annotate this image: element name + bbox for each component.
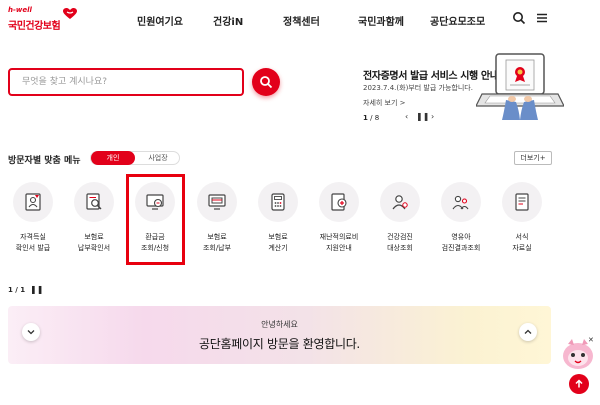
tile-label-line2: 자료실 (512, 244, 532, 252)
search-document-icon (86, 193, 102, 210)
tile-label-line1: 보험료 (268, 233, 288, 241)
tile-icon-bg (441, 182, 481, 222)
tile-label: 서식 자료실 (490, 232, 554, 254)
logo[interactable]: h-well 국민건강보험 (8, 6, 78, 34)
visitor-type-toggle: 개인 사업장 (90, 151, 180, 165)
tile-label-line1: 보험료 (84, 233, 104, 241)
tab-business[interactable]: 사업장 (137, 151, 179, 165)
arrow-up-icon (575, 379, 583, 388)
notice-pager: 1 / 1 (8, 286, 26, 294)
tile-icon-bg (197, 182, 237, 222)
menu-tile-calculator[interactable]: 보험료 계산기 (252, 182, 304, 262)
tile-label: 영유아 검진결과조회 (429, 232, 493, 254)
notice-message: 공단홈페이지 방문을 환영합니다. (199, 337, 360, 351)
banner-pager: 1 / 8 (363, 114, 379, 122)
tile-label: 자격득실 확인서 발급 (1, 232, 65, 254)
scroll-top-button[interactable] (569, 374, 589, 394)
banner-pause-icon[interactable]: ❚❚ (416, 112, 429, 121)
more-button[interactable]: 더보기+ (514, 151, 552, 165)
menu-tile-eligibility[interactable]: 자격득실 확인서 발급 (7, 182, 59, 262)
person-search-icon (392, 195, 408, 210)
banner-prev-icon[interactable]: ‹ (405, 112, 408, 121)
payment-monitor-icon (208, 194, 226, 210)
tile-label-line1: 서식 (515, 233, 529, 241)
nav-item-civil[interactable]: 민원여기요 (137, 13, 183, 28)
search-button-icon (260, 76, 273, 89)
logo-name: 국민건강보험 (8, 21, 61, 32)
medical-cost-icon (331, 193, 347, 211)
logo-tagline: h-well (8, 6, 32, 14)
id-card-icon (25, 193, 41, 211)
menu-tile-health-checkup[interactable]: 건강검진 대상조회 (374, 182, 426, 262)
nav-item-together[interactable]: 국민과함께 (358, 13, 404, 28)
chevron-up-icon (524, 329, 532, 334)
menu-tile-forms[interactable]: 서식 자료실 (496, 182, 548, 262)
logo-heart-icon (63, 8, 77, 19)
tile-label: 재난적의료비 지원안내 (307, 232, 371, 254)
menu-tile-premium-payment[interactable]: 보험료 조회/납부 (191, 182, 243, 262)
tile-icon-bg (319, 182, 359, 222)
laptop-certificate-illustration (476, 53, 564, 120)
notice-greeting: 안녕하세요 (261, 320, 298, 329)
tile-label-line1: 보험료 (207, 233, 227, 241)
banner-page-current: 1 (363, 114, 368, 122)
tile-label-line2: 납부확인서 (77, 244, 111, 252)
menu-icon[interactable] (535, 11, 549, 25)
tab-personal[interactable]: 개인 (91, 151, 135, 165)
page: h-well 국민건강보험 민원여기요 건강iN 정책센터 국민과함께 공단요모… (0, 0, 600, 405)
nav-item-policy[interactable]: 정책센터 (283, 13, 320, 28)
banner-page-total: / 8 (370, 114, 380, 122)
tile-label-line1: 재난적의료비 (319, 233, 359, 241)
tile-label-line1: 자격득실 (20, 233, 46, 241)
tile-label-line2: 조회/납부 (202, 244, 232, 252)
tile-label: 보험료 조회/납부 (185, 232, 249, 254)
tile-icon-bg (13, 182, 53, 222)
family-icon (452, 195, 469, 210)
tile-label-line2: 검진결과조회 (441, 244, 481, 252)
menu-tile-premium-certificate[interactable]: 보험료 납부확인서 (68, 182, 120, 262)
tile-icon-bg (258, 182, 298, 222)
tile-label-line2: 대상조회 (387, 244, 413, 252)
highlight-box (126, 174, 185, 265)
calculator-icon (271, 193, 285, 211)
nav-item-health-in[interactable]: 건강iN (213, 13, 243, 28)
close-icon[interactable]: ✕ (588, 336, 594, 344)
tile-icon-bg (74, 182, 114, 222)
search-icon[interactable] (512, 11, 526, 25)
notice-banner: 안녕하세요 공단홈페이지 방문을 환영합니다. (8, 306, 551, 364)
tile-label-line2: 지원안내 (326, 244, 352, 252)
menu-tile-infant-checkup[interactable]: 영유아 검진결과조회 (435, 182, 487, 262)
tile-label: 보험료 납부확인서 (62, 232, 126, 254)
notice-pause-icon[interactable]: ❚❚ (30, 285, 43, 294)
menu-tile-catastrophic-medical[interactable]: 재난적의료비 지원안내 (313, 182, 365, 262)
notice-expand-button[interactable] (519, 323, 537, 341)
tile-icon-bg (380, 182, 420, 222)
tile-label: 보험료 계산기 (246, 232, 310, 254)
banner-more-link[interactable]: 자세히 보기 > (363, 98, 406, 108)
tile-label: 건강검진 대상조회 (368, 232, 432, 254)
search-input[interactable]: 무엇을 찾고 계시나요? (8, 68, 244, 96)
form-document-icon (515, 193, 529, 211)
banner-subtitle: 2023.7.4.(화)부터 발급 가능합니다. (363, 84, 473, 92)
tile-label-line1: 영유아 (451, 233, 471, 241)
tile-label-line2: 계산기 (268, 244, 288, 252)
visitor-menu-heading: 방문자별 맞춤 메뉴 (8, 156, 81, 166)
tile-label-line1: 건강검진 (387, 233, 413, 241)
tile-icon-bg (502, 182, 542, 222)
nav-item-about[interactable]: 공단요모조모 (430, 13, 485, 28)
banner-next-icon[interactable]: › (431, 112, 434, 121)
tile-label-line2: 확인서 발급 (15, 244, 51, 252)
search-button[interactable] (252, 68, 280, 96)
